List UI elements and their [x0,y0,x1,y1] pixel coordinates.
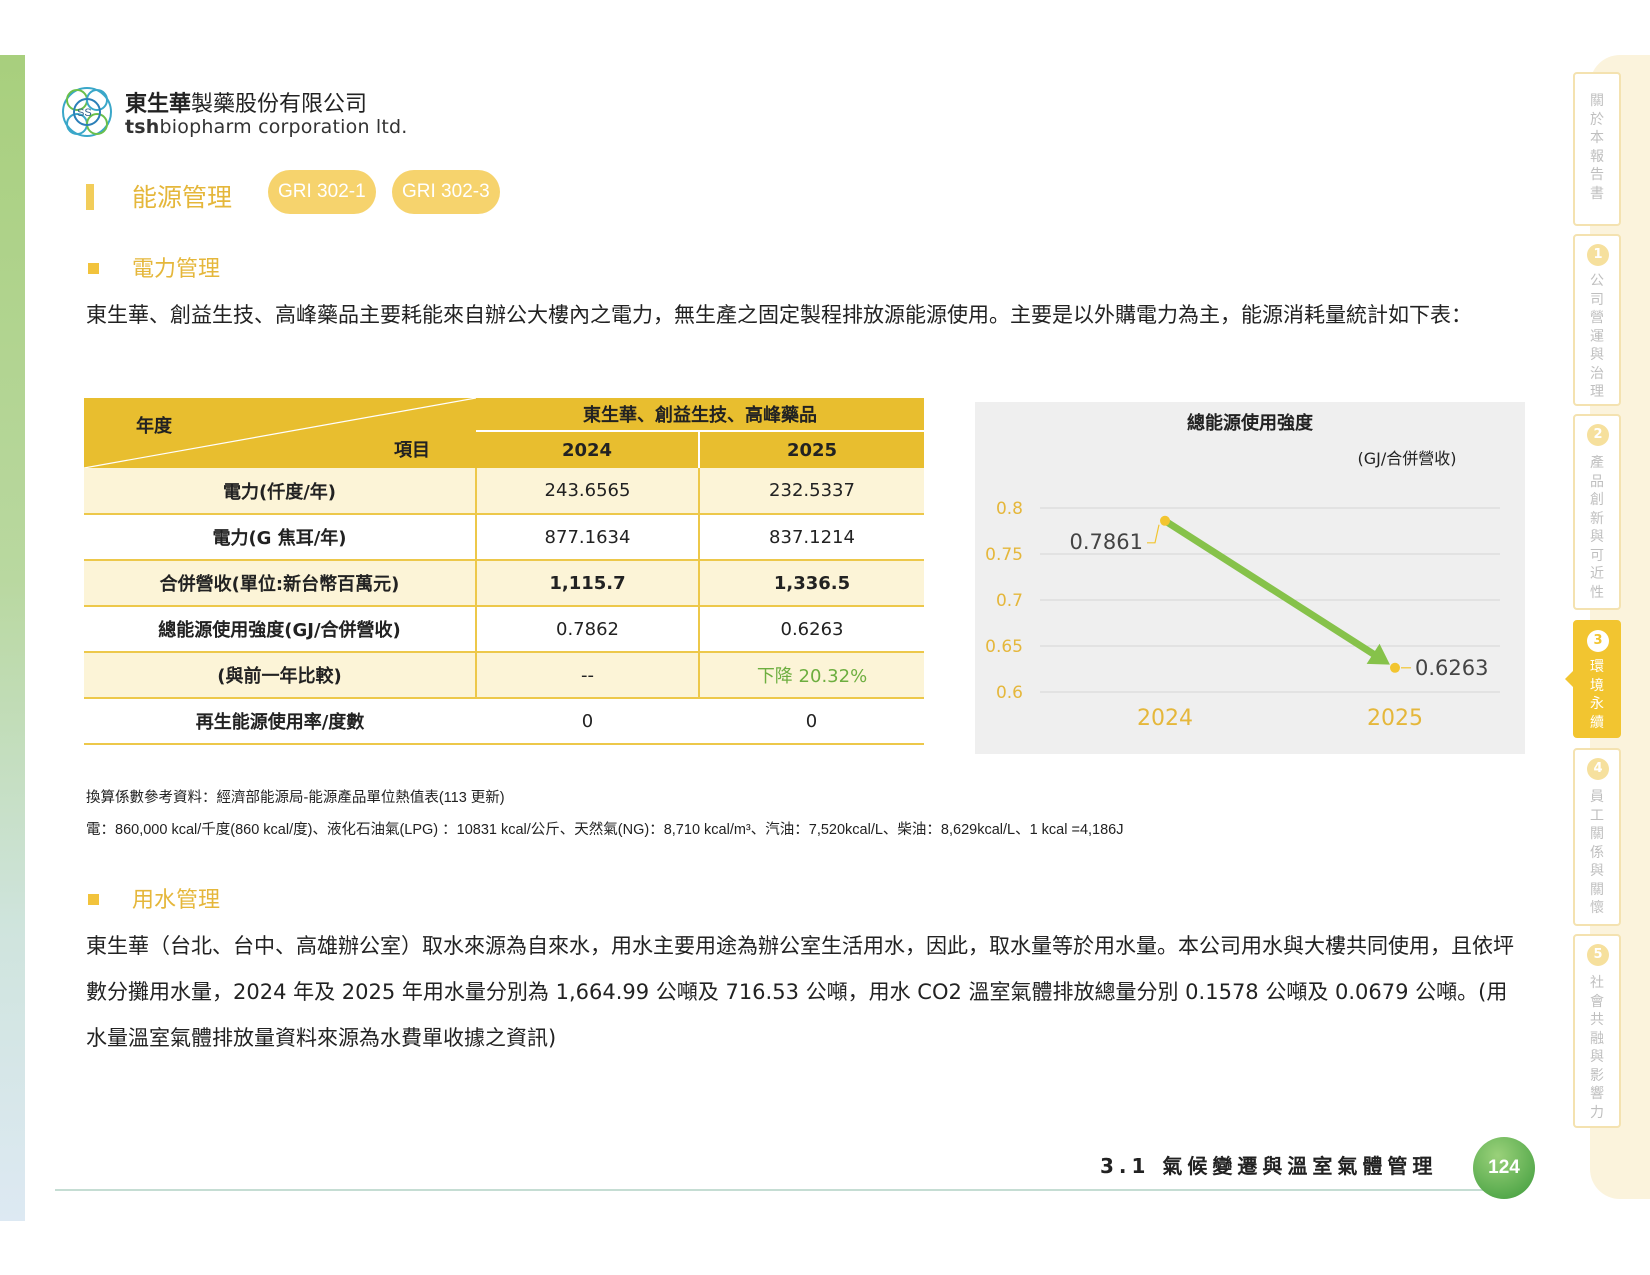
table-row: 總能源使用強度(GJ/合併營收) 0.7862 0.6263 [84,606,924,653]
water-heading: 用水管理 [132,888,221,913]
footer-divider [55,1189,1510,1191]
company-logo: SS 東生華製藥股份有限公司 tshbiopharm corporation l… [55,80,407,150]
tab-number: 5 [1587,944,1609,966]
table-row: 再生能源使用率/度數 0 0 [84,698,924,745]
bullet-square-icon [88,894,99,905]
company-name-cn: 東生華製藥股份有限公司 [125,92,368,117]
table-year-2024: 2024 [476,430,699,468]
section-title: 能源管理 [132,183,233,212]
power-heading: 電力管理 [132,257,221,282]
company-name-en: tshbiopharm corporation ltd. [125,116,408,138]
page-number: 124 [1473,1137,1535,1199]
table-year-2025: 2025 [698,430,924,468]
tab-number: 2 [1587,424,1609,446]
chart-ytick-label: 0.8 [996,499,1023,519]
table-group-header: 東生華、創益生技、高峰藥品 [476,398,924,431]
tab-number: 4 [1587,758,1609,780]
tab-about-report[interactable]: 關於本報告書 [1573,72,1621,226]
chart-ytick-label: 0.6 [996,683,1023,703]
table-row: 電力(G 焦耳/年) 877.1634 837.1214 [84,514,924,561]
chart-point [1390,662,1400,673]
tab-innovation[interactable]: 2 產品創新與可近性 [1573,414,1621,610]
corner-year-label: 年度 [136,416,172,437]
chart-svg: 總能源使用強度 (GJ/合併營收) 0.8 0.75 0.7 0.65 0.6 2024… [985,412,1500,731]
table-row: 合併營收(單位:新台幣百萬元) 1,115.7 1,336.5 [84,560,924,607]
tab-label: 社會共融與影響力 [1590,975,1604,1121]
chapter-title: 3.1 氣候變遷與溫室氣體管理 [1100,1154,1438,1178]
water-paragraph: 東生華（台北、台中、高雄辦公室）取水來源為自來水，用水主要用途為辦公室生活用水，… [86,934,1514,1050]
active-tab-pointer-icon [1565,669,1575,689]
chart-unit-label: (GJ/合併營收) [1358,449,1457,468]
gri-badge-302-3: GRI 302-3 [392,170,500,214]
tab-label: 員工關係與關懷 [1590,789,1604,916]
tab-employees[interactable]: 4 員工關係與關懷 [1573,748,1621,926]
chart-title: 總能源使用強度 [1187,412,1314,434]
left-decor-band [0,55,25,1221]
conversion-factors: 電：860,000 kcal/千度(860 kcal/度)、液化石油氣(LPG)… [86,822,1124,838]
energy-table: 年度 項目 東生華、創益生技、高峰藥品 2024 2025 電力(仟度/年) 2… [84,398,924,745]
chart-xtick-label: 2024 [1137,706,1193,731]
tab-label: 關於本報告書 [1590,93,1604,202]
chart-ytick-label: 0.75 [985,545,1023,565]
chart-label-leader [1147,524,1160,544]
tab-governance[interactable]: 1 公司營運與治理 [1573,234,1621,406]
chart-point [1160,515,1170,526]
tab-number: 3 [1587,630,1609,652]
title-accent-bar [86,184,94,210]
chart-data-label: 0.6263 [1415,656,1488,680]
chart-series-line [1161,517,1377,658]
power-paragraph: 東生華、創益生技、高峰藥品主要耗能來自辦公大樓內之電力，無生產之固定製程排放源能… [86,303,1472,327]
chart-ytick-label: 0.65 [985,637,1023,657]
chart-ytick-label: 0.7 [996,591,1023,611]
table-corner-cell: 年度 項目 [84,398,476,468]
logo-mark-icon: SS [62,87,112,137]
chart-xtick-label: 2025 [1367,706,1423,731]
tab-label: 環境永續 [1590,659,1604,731]
energy-intensity-chart: 總能源使用強度 (GJ/合併營收) 0.8 0.75 0.7 0.65 0.6 2024… [975,402,1525,754]
svg-text:SS: SS [77,107,92,119]
gri-badge-302-1: GRI 302-1 [268,170,376,214]
corner-item-label: 項目 [394,440,430,461]
tab-label: 產品創新與可近性 [1590,455,1604,601]
tab-environment[interactable]: 3 環境永續 [1565,620,1621,738]
tab-society[interactable]: 5 社會共融與影響力 [1573,934,1621,1128]
conversion-note: 換算係數參考資料：經濟部能源局-能源產品單位熱值表(113 更新) [86,790,505,806]
table-row: (與前一年比較) -- 下降 20.32% [84,652,924,699]
table-row: 電力(仟度/年) 243.6565 232.5337 [84,468,924,515]
tab-number: 1 [1587,244,1609,266]
chart-data-label: 0.7861 [1070,530,1143,554]
tab-label: 公司營運與治理 [1590,273,1604,400]
bullet-square-icon [88,263,99,274]
